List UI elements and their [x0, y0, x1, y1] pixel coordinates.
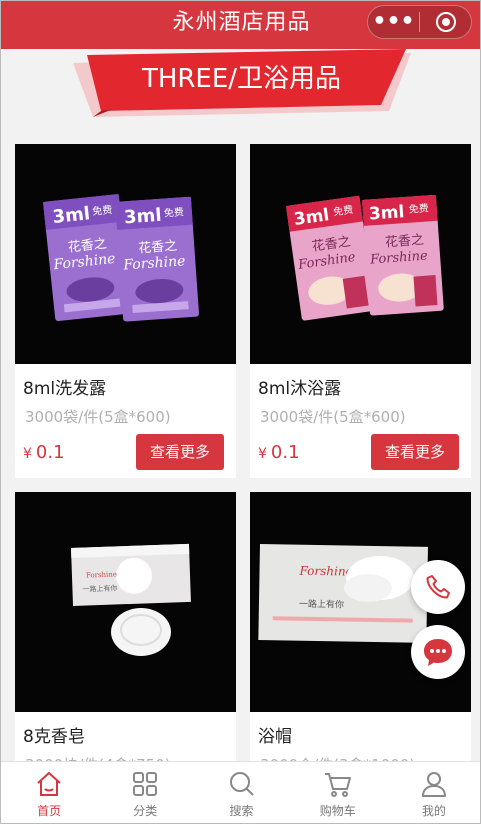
search-icon	[229, 772, 254, 796]
product-price: ¥0.1	[23, 442, 65, 463]
cap-brand: Forshine	[298, 564, 352, 579]
product-price: ¥0.1	[258, 442, 300, 463]
cap-label: 一路上有你	[299, 598, 344, 611]
app-frame: 永州酒店用品 ••• THREE/卫浴用品 3ml 免费 花香之 Forshin…	[0, 0, 481, 824]
currency-symbol: ¥	[23, 446, 32, 462]
tab-cart[interactable]: 购物车	[290, 762, 386, 823]
currency-symbol: ¥	[258, 446, 267, 462]
shampoo-sachet-illustration: 3ml 免费 花香之 Forshine 3ml 免费 花香之 Forshine	[43, 194, 199, 322]
product-name: 8克香皂	[23, 727, 85, 747]
target-icon	[435, 12, 456, 32]
banner-title: THREE/卫浴用品	[141, 64, 342, 94]
view-more-button[interactable]: 查看更多	[371, 434, 459, 470]
product-name: 浴帽	[258, 727, 292, 747]
tab-search[interactable]: 搜索	[193, 762, 289, 823]
chat-bubble-icon	[424, 639, 452, 666]
tab-label: 分类	[133, 804, 158, 818]
view-more-button[interactable]: 查看更多	[136, 434, 224, 470]
sachet-size-text: 3ml	[123, 205, 162, 229]
product-image[interactable]: Forshine 一路上有你	[15, 492, 236, 712]
tab-label: 搜索	[229, 804, 254, 818]
sachet-size-text: 3ml	[52, 203, 91, 228]
tab-home[interactable]: 首页	[1, 762, 97, 823]
user-icon	[421, 772, 446, 797]
soap-illustration: Forshine 一路上有你	[71, 543, 191, 656]
body-wash-sachet-illustration: 3ml 免费 花香之 Forshine 3ml 免费 花香之 Forshine	[286, 194, 444, 321]
product-spec: 3000袋/件(5盒*600)	[260, 408, 406, 426]
product-spec: 3000袋/件(5盒*600)	[25, 408, 171, 426]
cart-icon	[324, 773, 351, 797]
price-value: 0.1	[270, 442, 300, 463]
product-name: 8ml沐浴露	[258, 379, 342, 399]
product-card[interactable]: Forshine 一路上有你 8克香皂 3000块/件(4盒*750)	[15, 492, 236, 774]
tab-label: 我的	[421, 804, 446, 818]
tab-label: 首页	[37, 804, 62, 818]
sachet-brand-cn: 花香之	[384, 232, 424, 251]
phone-icon	[426, 575, 450, 599]
tab-label: 购物车	[319, 804, 356, 818]
product-image[interactable]: 3ml 免费 花香之 Forshine 3ml 免费 花香之 Forshine	[15, 144, 236, 364]
price-value: 0.1	[35, 442, 65, 463]
tab-category[interactable]: 分类	[97, 762, 193, 823]
mini-program-capsule: •••	[367, 5, 472, 39]
more-icon: •••	[372, 9, 415, 34]
home-icon	[37, 771, 61, 796]
call-button[interactable]	[411, 560, 465, 614]
section-banner: THREE/卫浴用品	[1, 49, 480, 117]
soap-label: 一路上有你	[82, 583, 117, 593]
product-image[interactable]: 3ml 免费 花香之 Forshine 3ml 免费 花香之 Forshine	[250, 144, 471, 364]
product-card[interactable]: 3ml 免费 花香之 Forshine 3ml 免费 花香之 Forshine	[15, 144, 236, 478]
sachet-size-text: 3ml	[368, 202, 405, 224]
close-mini-program-button[interactable]	[420, 11, 471, 33]
product-name: 8ml洗发露	[23, 379, 107, 399]
chat-button[interactable]	[411, 625, 465, 679]
product-card[interactable]: 3ml 免费 花香之 Forshine 3ml 免费 花香之 Forshine	[250, 144, 471, 478]
grid-icon	[133, 772, 158, 796]
tab-mine[interactable]: 我的	[386, 762, 480, 823]
bottom-tab-bar: 首页 分类 搜索 购物车 我的	[1, 761, 480, 823]
nav-bar: 永州酒店用品 •••	[1, 1, 480, 49]
svg-text:Forshine: Forshine	[86, 570, 117, 579]
more-menu-button[interactable]: •••	[368, 8, 419, 36]
